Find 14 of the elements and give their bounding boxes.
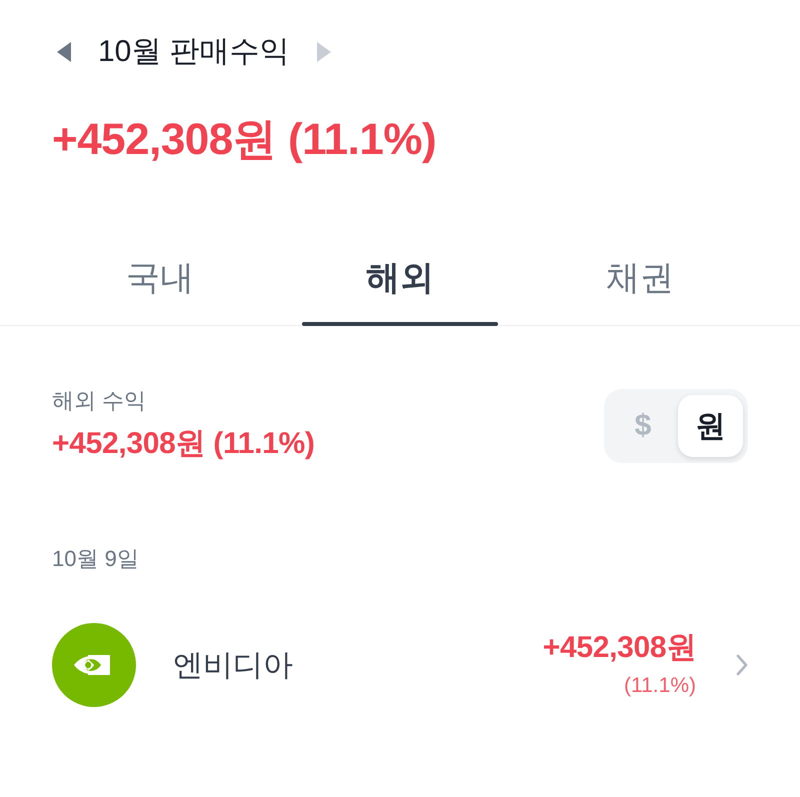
previous-month-button[interactable] xyxy=(56,41,72,63)
date-heading: 10월 9일 xyxy=(52,545,140,573)
stock-profit: +452,308원 xyxy=(542,630,696,666)
stock-profit-rate: (11.1%) xyxy=(624,673,696,699)
currency-option[interactable]: 원 xyxy=(678,395,743,457)
tab[interactable]: 해외 xyxy=(280,236,520,325)
page-title: 10월 판매수익 xyxy=(98,34,290,70)
total-profit: +452,308원 (11.1%) xyxy=(51,114,438,166)
chevron-right-icon[interactable] xyxy=(736,654,748,676)
stock-name: 엔비디아 xyxy=(173,648,294,684)
section-profit: +452,308원 (11.1%) xyxy=(52,426,315,462)
tab[interactable]: 국내 xyxy=(40,236,280,325)
section-label: 해외 수익 xyxy=(52,387,148,415)
tab[interactable]: 채권 xyxy=(520,236,760,325)
